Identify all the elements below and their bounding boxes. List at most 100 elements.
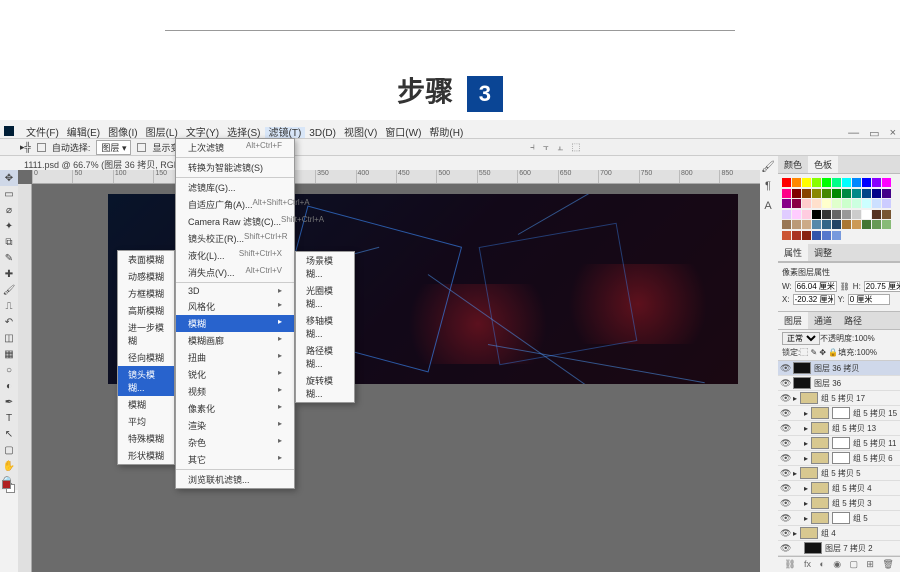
blur-item[interactable]: 高斯模糊: [118, 302, 174, 319]
menu-liquify[interactable]: 液化(L)...Shift+Ctrl+X: [176, 247, 294, 264]
eye-icon[interactable]: 👁: [780, 363, 790, 374]
swatch[interactable]: [852, 220, 861, 229]
eye-icon[interactable]: 👁: [780, 513, 790, 524]
link-icon[interactable]: ⛓: [784, 559, 795, 570]
menubar[interactable]: 文件(F)编辑(E)图像(I)图层(L)文字(Y)选择(S)滤镜(T)3D(D)…: [0, 124, 900, 138]
folder-icon[interactable]: ▢: [850, 559, 859, 570]
swatch[interactable]: [822, 210, 831, 219]
swatch[interactable]: [822, 199, 831, 208]
menu-stylize[interactable]: 风格化▸: [176, 298, 294, 315]
menu-browse-online[interactable]: 浏览联机滤镜...: [176, 471, 294, 488]
menu-sharpen[interactable]: 锐化▸: [176, 366, 294, 383]
blur-submenu-left[interactable]: 表面模糊动感模糊方框模糊高斯模糊进一步模糊径向模糊镜头模糊...模糊平均特殊模糊…: [117, 250, 175, 465]
swatch[interactable]: [852, 199, 861, 208]
blur-item[interactable]: 动感模糊: [118, 268, 174, 285]
swatch[interactable]: [782, 220, 791, 229]
blurgal-item[interactable]: 旋转模糊...: [296, 372, 354, 402]
layer-row[interactable]: 👁▸组 5 拷贝 5: [778, 466, 900, 481]
y-input[interactable]: [848, 294, 890, 305]
layer-row[interactable]: 👁▸组 5 拷贝 11: [778, 436, 900, 451]
eye-icon[interactable]: 👁: [780, 438, 790, 449]
swatch[interactable]: [832, 178, 841, 187]
swatch[interactable]: [882, 199, 891, 208]
swatch[interactable]: [872, 178, 881, 187]
type-tool[interactable]: T: [0, 410, 18, 426]
gradient-tool[interactable]: ▦: [0, 346, 18, 362]
swatch[interactable]: [832, 220, 841, 229]
swatch[interactable]: [792, 199, 801, 208]
fx-icon[interactable]: fx: [804, 559, 811, 570]
swatch[interactable]: [822, 189, 831, 198]
menu-blur[interactable]: 模糊▸: [176, 315, 294, 332]
layer-row[interactable]: 👁▸组 5 拷贝 15: [778, 406, 900, 421]
swatch[interactable]: [782, 199, 791, 208]
swatch[interactable]: [882, 178, 891, 187]
swatch[interactable]: [872, 189, 881, 198]
swatch[interactable]: [782, 178, 791, 187]
layer-row[interactable]: 👁▸组 5 拷贝 4: [778, 481, 900, 496]
swatch[interactable]: [802, 178, 811, 187]
align-icon[interactable]: ⫠: [557, 142, 563, 153]
eyedropper-tool[interactable]: ✎: [0, 250, 18, 266]
swatch[interactable]: [782, 189, 791, 198]
menu-pixelate[interactable]: 像素化▸: [176, 400, 294, 417]
lasso-tool[interactable]: ⌀: [0, 202, 18, 218]
blur-item[interactable]: 特殊模糊: [118, 430, 174, 447]
menu-lens-correct[interactable]: 镜头校正(R)...Shift+Ctrl+R: [176, 230, 294, 247]
blur-item[interactable]: 方框模糊: [118, 285, 174, 302]
swatch[interactable]: [792, 220, 801, 229]
swatch[interactable]: [792, 178, 801, 187]
eye-icon[interactable]: 👁: [780, 528, 790, 539]
menu-render[interactable]: 渲染▸: [176, 417, 294, 434]
swatch[interactable]: [852, 178, 861, 187]
swatch[interactable]: [812, 220, 821, 229]
swatch[interactable]: [822, 178, 831, 187]
menu-last-filter[interactable]: 上次滤镜Alt+Ctrl+F: [176, 139, 294, 156]
autoselect-dropdown[interactable]: 图层 ▾: [96, 140, 131, 155]
menu-vanishing[interactable]: 消失点(V)...Alt+Ctrl+V: [176, 264, 294, 281]
blur-tool[interactable]: ○: [0, 362, 18, 378]
swatch[interactable]: [802, 210, 811, 219]
eye-icon[interactable]: 👁: [780, 543, 790, 554]
swatch[interactable]: [862, 210, 871, 219]
menu-smart-filter[interactable]: 转换为智能滤镜(S): [176, 159, 294, 176]
swatch[interactable]: [872, 220, 881, 229]
swatch[interactable]: [832, 189, 841, 198]
swatch[interactable]: [832, 199, 841, 208]
move-tool[interactable]: ✥: [0, 170, 18, 186]
swatch[interactable]: [802, 189, 811, 198]
transform-checkbox[interactable]: [137, 143, 146, 152]
shape-tool[interactable]: ▢: [0, 442, 18, 458]
layer-row[interactable]: 👁▸组 5 拷贝 3: [778, 496, 900, 511]
x-input[interactable]: [793, 294, 835, 305]
menu-blur-gallery[interactable]: 模糊画廊▸: [176, 332, 294, 349]
color-picker[interactable]: [2, 480, 16, 494]
blur-item[interactable]: 径向模糊: [118, 349, 174, 366]
swatch[interactable]: [852, 189, 861, 198]
menu-video[interactable]: 视频▸: [176, 383, 294, 400]
swatch[interactable]: [812, 210, 821, 219]
w-input[interactable]: [795, 281, 837, 292]
blurgal-item[interactable]: 移轴模糊...: [296, 312, 354, 342]
blend-mode-select[interactable]: 正常: [782, 332, 820, 345]
swatch[interactable]: [852, 210, 861, 219]
filter-menu-dropdown[interactable]: 上次滤镜Alt+Ctrl+F 转换为智能滤镜(S) 滤镜库(G)... 自适应广…: [175, 138, 295, 489]
menu-noise[interactable]: 杂色▸: [176, 434, 294, 451]
swatch[interactable]: [782, 231, 791, 240]
menu-other[interactable]: 其它▸: [176, 451, 294, 468]
swatch[interactable]: [782, 210, 791, 219]
blur-item[interactable]: 表面模糊: [118, 251, 174, 268]
swatch[interactable]: [832, 231, 841, 240]
path-tool[interactable]: ↖: [0, 426, 18, 442]
swatch[interactable]: [842, 220, 851, 229]
swatch[interactable]: [882, 220, 891, 229]
layer-row[interactable]: 👁▸组 5 拷贝 13: [778, 421, 900, 436]
swatch[interactable]: [862, 220, 871, 229]
swatch[interactable]: [832, 210, 841, 219]
h-input[interactable]: [864, 281, 900, 292]
brush-panel-icon[interactable]: 🖌: [760, 158, 776, 174]
crop-tool[interactable]: ⧉: [0, 234, 18, 250]
blur-item[interactable]: 模糊: [118, 396, 174, 413]
swatch[interactable]: [882, 189, 891, 198]
layer-row[interactable]: 👁▸组 5 拷贝 6: [778, 451, 900, 466]
